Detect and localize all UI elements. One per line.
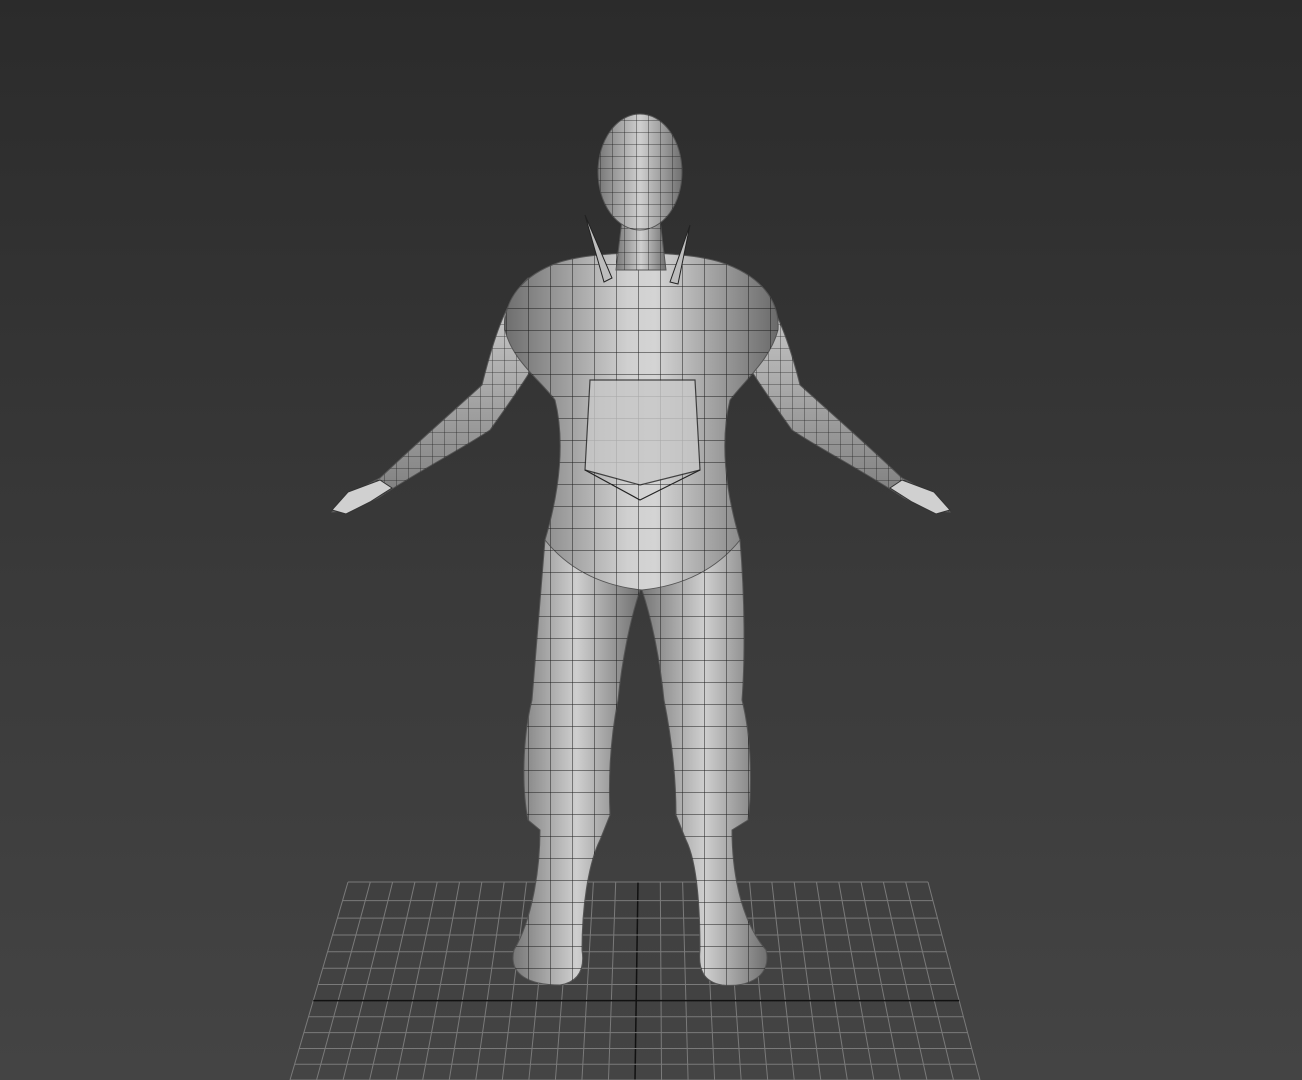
grid-line-vertical — [289, 881, 349, 1080]
character-mesh[interactable] — [331, 113, 951, 986]
grid-line-vertical — [860, 881, 901, 1080]
left-hand — [331, 479, 393, 515]
grid-line-vertical — [475, 881, 505, 1080]
grid-line-vertical — [771, 881, 795, 1080]
grid-line-vertical — [395, 881, 438, 1080]
grid-line-vertical — [369, 881, 416, 1080]
grid-line-vertical — [659, 881, 663, 1080]
grid-line-vertical — [905, 881, 954, 1080]
ground-grid — [289, 881, 981, 1080]
grid-line-vertical — [838, 881, 875, 1080]
viewport-scene[interactable] — [0, 0, 1302, 1080]
grid-line-vertical — [342, 881, 394, 1080]
grid-line-vertical — [882, 881, 928, 1080]
grid-line-vertical — [501, 881, 527, 1080]
grid-line-vertical — [793, 881, 822, 1080]
grid-line-vertical — [316, 881, 371, 1080]
right-hand — [889, 479, 951, 515]
grid-line-vertical — [927, 881, 981, 1080]
grid-line-vertical — [634, 881, 639, 1080]
grid-line-vertical — [607, 881, 617, 1080]
perspective-viewport[interactable] — [0, 0, 1302, 1080]
grid-line-vertical — [815, 881, 848, 1080]
grid-line-vertical — [682, 881, 689, 1080]
chest-plate — [584, 379, 701, 486]
